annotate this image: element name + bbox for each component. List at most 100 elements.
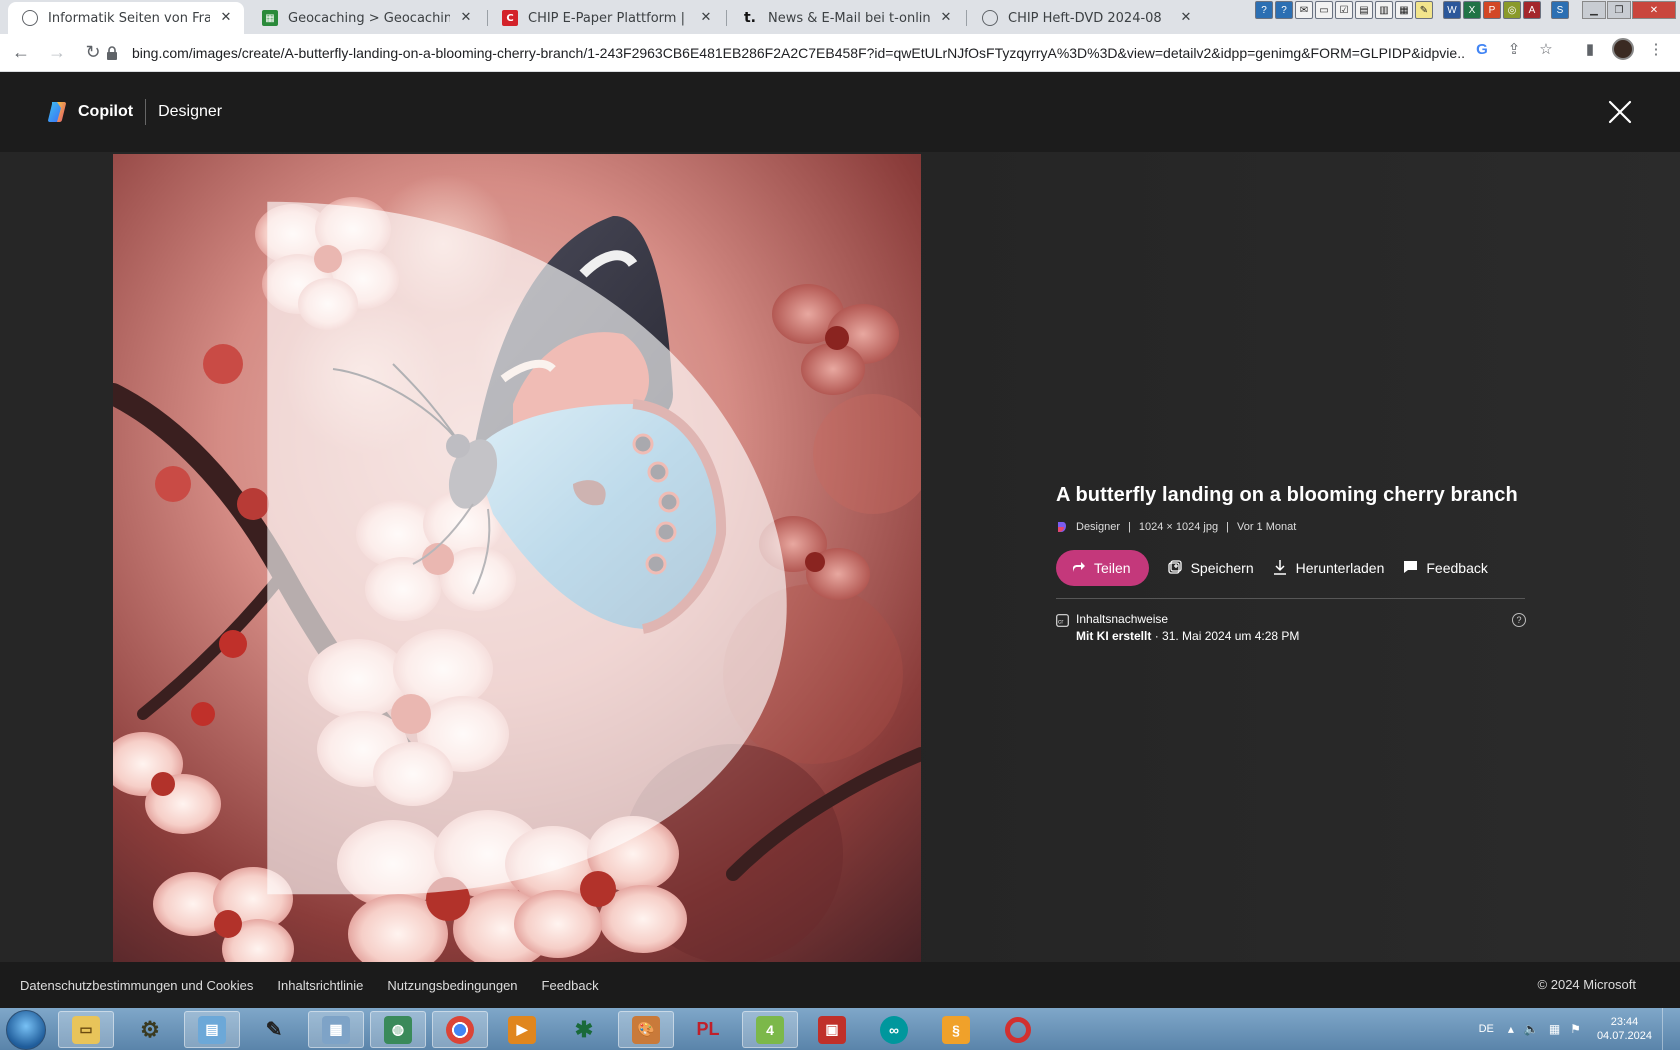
excel-icon[interactable]: X <box>1463 1 1481 19</box>
close-icon[interactable]: ✕ <box>218 10 234 26</box>
designer-icon <box>1058 522 1066 532</box>
help-icon[interactable]: ? <box>1512 613 1526 627</box>
window-icon[interactable]: ▭ <box>1315 1 1333 19</box>
taskbar-globe-tool[interactable]: ◍ <box>370 1011 426 1048</box>
mail-icon[interactable]: ✉ <box>1295 1 1313 19</box>
back-arrow-icon[interactable]: ← <box>6 38 36 68</box>
taskbar-calculator[interactable]: ▦ <box>308 1011 364 1048</box>
content-credentials-icon: cr <box>1056 614 1069 627</box>
image-meta: Designer | 1024 × 1024 jpg | Vor 1 Monat <box>1056 520 1526 534</box>
taskbar-orange-app[interactable]: § <box>928 1011 984 1048</box>
profile-avatar[interactable] <box>1612 38 1634 60</box>
language-indicator[interactable]: DE <box>1479 1023 1494 1035</box>
minimize-button[interactable]: ▁ <box>1582 1 1606 19</box>
network-icon[interactable]: ▦ <box>1549 1022 1560 1036</box>
pen-icon: ✎ <box>265 1019 283 1041</box>
browser-tab-2[interactable]: ▦ Geocaching > Geocaching Maps ✕ <box>248 2 484 34</box>
close-icon[interactable] <box>1604 96 1636 128</box>
chip-icon: C <box>502 10 518 26</box>
svg-text:cr: cr <box>1058 619 1064 626</box>
taskbar-arduino[interactable]: ∞ <box>866 1011 922 1048</box>
t-online-icon: t. <box>743 10 756 26</box>
footer-feedback-link[interactable]: Feedback <box>542 978 599 993</box>
brand[interactable]: Copilot Designer <box>46 99 222 125</box>
terms-link[interactable]: Nutzungsbedingungen <box>387 978 517 993</box>
chevron-up-icon[interactable]: ▴ <box>1508 1022 1514 1036</box>
forward-arrow-icon[interactable]: → <box>42 38 72 68</box>
taskbar-red-app[interactable]: ▣ <box>804 1011 860 1048</box>
checklist-icon[interactable]: ☑ <box>1335 1 1353 19</box>
close-icon[interactable]: ✕ <box>938 10 954 26</box>
close-icon[interactable]: ✕ <box>698 10 714 26</box>
document-icon[interactable]: ▥ <box>1375 1 1393 19</box>
feedback-label: Feedback <box>1426 560 1488 576</box>
word-icon[interactable]: W <box>1443 1 1461 19</box>
document-app-icon: § <box>942 1015 970 1044</box>
show-desktop-button[interactable] <box>1662 1008 1674 1050</box>
download-button[interactable]: Herunterladen <box>1272 559 1385 578</box>
browser-tab-5[interactable]: CHIP Heft-DVD 2024-08 ✕ <box>968 2 1204 34</box>
credentials-detail: Mit KI erstellt · 31. Mai 2024 um 4:28 P… <box>1076 628 1526 645</box>
window-close-button[interactable]: ✕ <box>1632 1 1676 19</box>
credentials-label: Inhaltsnachweise <box>1076 612 1169 626</box>
media-player-icon: ▶ <box>508 1015 536 1044</box>
close-icon[interactable]: ✕ <box>458 10 474 26</box>
taskbar-notepad[interactable]: ▤ <box>184 1011 240 1048</box>
save-label: Speichern <box>1190 560 1254 576</box>
access-icon[interactable]: A <box>1523 1 1541 19</box>
share-icon[interactable]: ⇪ <box>1504 39 1524 59</box>
app-icon[interactable]: S <box>1551 1 1569 19</box>
content-policy-link[interactable]: Inhaltsrichtlinie <box>277 978 363 993</box>
privacy-link[interactable]: Datenschutzbestimmungen und Cookies <box>20 978 253 993</box>
notepad-icon: ▤ <box>198 1015 226 1044</box>
taskbar-pen-tool[interactable]: ✎ <box>246 1011 302 1048</box>
action-center-icon[interactable]: ⚑ <box>1570 1022 1581 1036</box>
calculator-icon: ▦ <box>322 1015 350 1044</box>
clock[interactable]: 23:44 04.07.2024 <box>1597 1015 1652 1043</box>
card-icon[interactable]: ▦ <box>1395 1 1413 19</box>
note-icon[interactable]: ✎ <box>1415 1 1433 19</box>
publisher-icon[interactable]: ◎ <box>1503 1 1521 19</box>
taskbar: ▭ ⚙ ▤ ✎ ▦ ◍ ▶ ✱ 🎨 PL 4 ▣ ∞ § DE ▴ 🔈 ▦ ⚑ … <box>0 1008 1680 1050</box>
help-icon[interactable]: ? <box>1275 1 1293 19</box>
creator-label: Designer <box>1076 521 1121 533</box>
browser-tab-4[interactable]: t. News & E-Mail bei t-online.de | P ✕ <box>728 2 964 34</box>
paint-palette-icon: 🎨 <box>632 1015 660 1044</box>
menu-dots-icon[interactable]: ⋮ <box>1646 39 1666 59</box>
powerpoint-icon[interactable]: P <box>1483 1 1501 19</box>
restore-button[interactable]: ❐ <box>1607 1 1631 19</box>
sidepanel-icon[interactable]: ▮ <box>1580 39 1600 59</box>
copilot-logo-icon <box>48 102 66 122</box>
google-icon[interactable]: G <box>1472 39 1492 59</box>
taskbar-pl[interactable]: PL <box>680 1011 736 1048</box>
feedback-button[interactable]: Feedback <box>1402 560 1488 577</box>
taskbar-media-player[interactable]: ▶ <box>494 1011 550 1048</box>
url-field[interactable]: bing.com/images/create/A-butterfly-landi… <box>106 38 1466 68</box>
form-icon[interactable]: ▤ <box>1355 1 1373 19</box>
taskbar-lifebuoy[interactable] <box>990 1011 1046 1048</box>
generated-image[interactable] <box>113 154 921 962</box>
image-title: A butterfly landing on a blooming cherry… <box>1056 484 1518 506</box>
browser-tab-3[interactable]: C CHIP E-Paper Plattform | Meine H ✕ <box>488 2 724 34</box>
share-button[interactable]: Teilen <box>1056 550 1149 586</box>
bookmark-star-icon[interactable]: ☆ <box>1536 39 1556 59</box>
download-label: Herunterladen <box>1295 560 1385 576</box>
taskbar-file-explorer[interactable]: ▭ <box>58 1011 114 1048</box>
browser-tab-1[interactable]: Informatik Seiten von Frank Rost ✕ <box>8 2 244 34</box>
ai-created-label: Mit KI erstellt <box>1076 629 1152 643</box>
globe-icon: ◍ <box>384 1015 412 1044</box>
share-icon <box>1072 561 1086 576</box>
help-icon[interactable]: ? <box>1255 1 1273 19</box>
start-button[interactable] <box>6 1010 46 1050</box>
reload-icon[interactable]: ↻ <box>78 38 108 68</box>
save-button[interactable]: Speichern <box>1167 559 1254 577</box>
volume-icon[interactable]: 🔈 <box>1524 1022 1539 1036</box>
close-icon[interactable]: ✕ <box>1178 10 1194 26</box>
taskbar-xara[interactable]: ✱ <box>556 1011 612 1048</box>
taskbar-paint[interactable]: 🎨 <box>618 1011 674 1048</box>
settings-gear-icon: ⚙ <box>140 1016 160 1042</box>
clock-date: 04.07.2024 <box>1596 1030 1652 1042</box>
taskbar-settings[interactable]: ⚙ <box>122 1011 178 1048</box>
taskbar-minecraft[interactable]: 4 <box>742 1011 798 1048</box>
taskbar-chrome[interactable] <box>432 1011 488 1048</box>
